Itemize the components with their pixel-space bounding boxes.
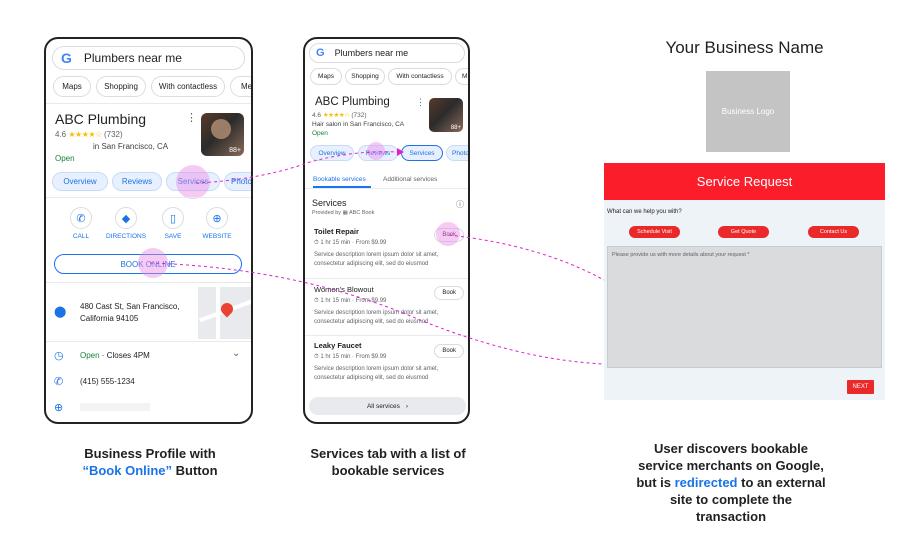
caption-line: to an external	[737, 475, 826, 490]
caption-highlight: redirected	[674, 475, 738, 490]
services-connector	[195, 151, 398, 184]
caption-services-tab: Services tab with a list of bookable ser…	[288, 445, 488, 479]
caption-external-site: User discovers bookable service merchant…	[618, 440, 844, 525]
caption-line: Services tab with a list of	[310, 446, 466, 461]
caption-business-profile: Business Profile with “Book Online” Butt…	[44, 445, 256, 479]
caption-line: bookable services	[331, 463, 445, 478]
caption-line: transaction	[695, 509, 767, 524]
arrow-head-icon	[397, 148, 404, 156]
caption-line: Business Profile with	[84, 446, 216, 461]
book-online-connector	[149, 262, 605, 365]
caption-line: but is	[636, 475, 675, 490]
caption-line: Button	[172, 463, 218, 478]
caption-line: service merchants on Google,	[638, 458, 824, 473]
caption-line: site to complete the	[669, 492, 793, 507]
caption-line: User discovers bookable	[654, 441, 808, 456]
book-connector	[448, 234, 605, 281]
caption-highlight: “Book Online”	[82, 463, 173, 478]
